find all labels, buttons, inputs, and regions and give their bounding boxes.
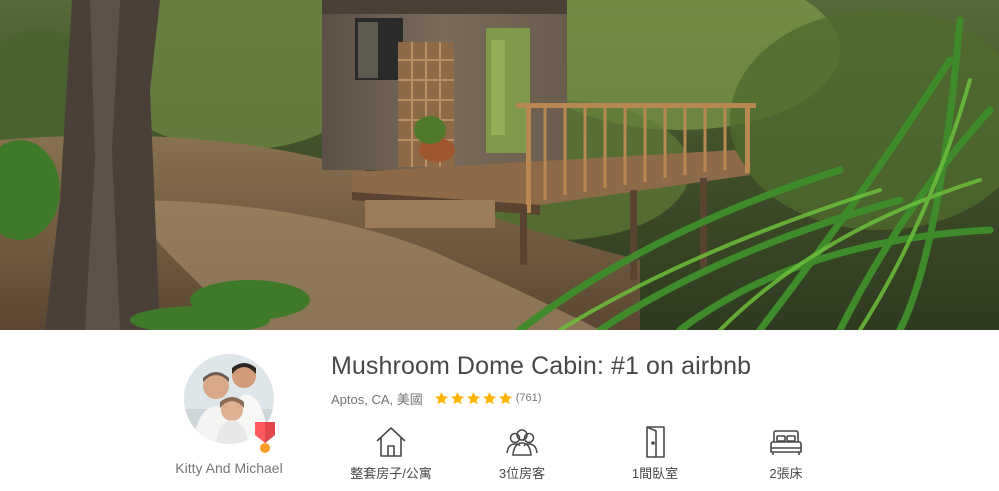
host-avatar[interactable]	[184, 354, 275, 453]
listing-title: Mushroom Dome Cabin: #1 on airbnb	[331, 352, 752, 380]
star-icon	[434, 391, 448, 404]
amenity-label: 2張床	[769, 466, 803, 481]
amenity-label: 整套房子/公寓	[350, 466, 432, 481]
star-icon	[498, 391, 512, 404]
amenity-beds: 2張床	[726, 425, 846, 482]
superhost-badge-icon	[254, 421, 276, 453]
house-icon	[376, 427, 406, 457]
listing-hero-photo[interactable]	[0, 0, 999, 330]
amenity-label: 1間臥室	[631, 466, 679, 481]
star-icon	[450, 391, 464, 404]
review-count[interactable]: (761)	[516, 392, 542, 404]
bedroom-door-icon	[646, 426, 665, 458]
amenity-entire-home: 整套房子/公寓	[331, 425, 451, 482]
star-icon	[482, 391, 496, 404]
amenity-label: 3位房客	[498, 466, 546, 481]
amenity-guests: 3位房客	[462, 425, 582, 482]
listing-location[interactable]: Aptos, CA, 美國	[331, 389, 423, 408]
listing-meta: Aptos, CA, 美國 (761)	[331, 389, 541, 407]
amenity-bedrooms: 1間臥室	[595, 425, 715, 482]
guests-icon	[506, 429, 538, 456]
bed-icon	[770, 430, 802, 455]
host-name[interactable]: Kitty And Michael	[168, 460, 290, 476]
host-profile[interactable]: Kitty And Michael	[168, 354, 290, 476]
star-icon	[466, 391, 480, 404]
rating-stars[interactable]	[434, 391, 514, 406]
cabin-photo	[0, 0, 999, 330]
